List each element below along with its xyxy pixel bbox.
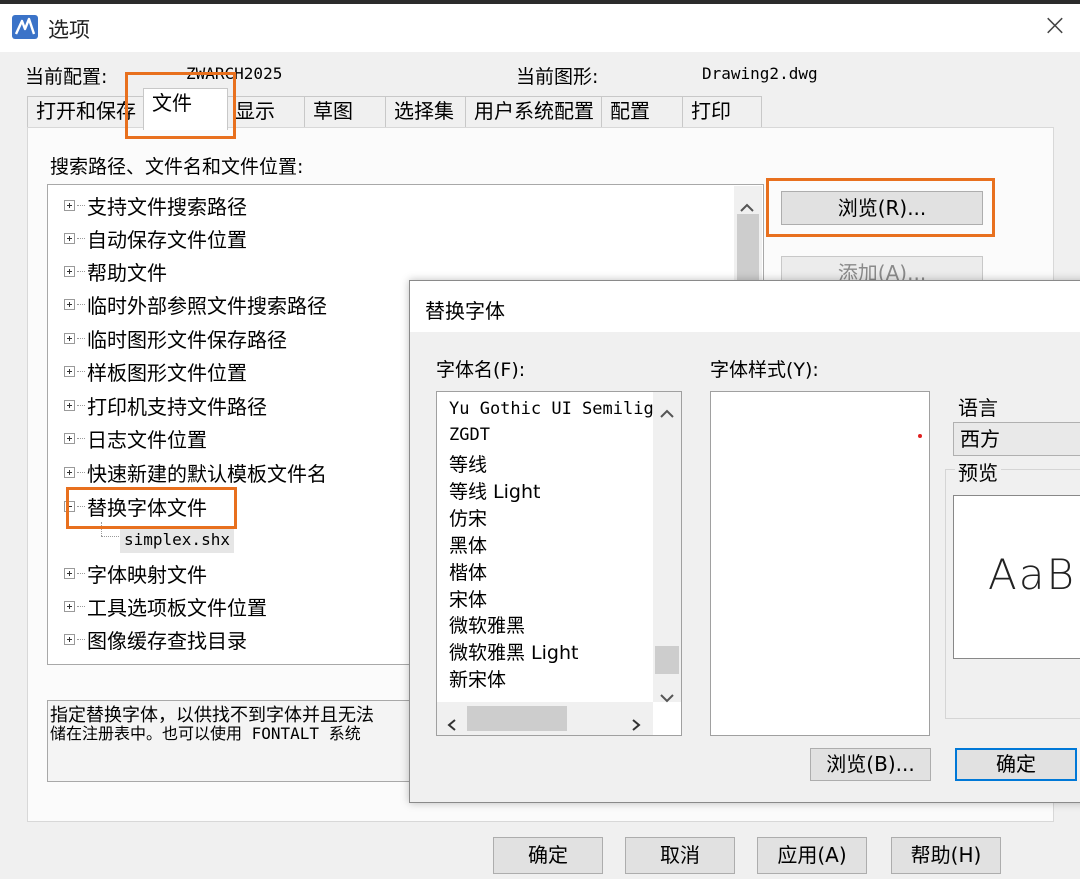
tree-item-log[interactable]: 日志文件位置 [64, 422, 207, 454]
description-line-1: 指定替换字体，以供找不到字体并且无法 [50, 705, 374, 726]
font-list-hscroll[interactable] [437, 702, 653, 735]
tab-files[interactable]: 文件 [143, 88, 228, 130]
tree-item-image-cache[interactable]: 图像缓存查找目录 [64, 623, 247, 655]
font-style-list[interactable] [710, 391, 930, 736]
font-style-label: 字体样式(Y): [710, 359, 819, 381]
tree-item-qnew-template[interactable]: 快速新建的默认模板文件名 [64, 456, 327, 488]
red-dot-marker [918, 434, 922, 438]
apply-button[interactable]: 应用(A) [757, 837, 867, 874]
dialog-title: 替换字体 [425, 299, 505, 323]
close-icon[interactable]: × [1040, 11, 1070, 42]
font-item[interactable]: 仿宋 [449, 504, 487, 531]
current-drawing-value: Drawing2.dwg [702, 64, 818, 83]
preview-label: 预览 [955, 457, 1001, 486]
tab-display[interactable]: 显示 [226, 96, 306, 127]
font-name-list[interactable]: Yu Gothic UI Semilig ZGDT 等线 等线 Light 仿宋… [436, 391, 682, 736]
tree-item-simplex-shx[interactable]: simplex.shx [120, 527, 234, 553]
tab-profiles[interactable]: 配置 [601, 96, 684, 127]
font-name-label: 字体名(F): [436, 359, 526, 381]
expand-icon[interactable] [64, 633, 75, 645]
ok-button[interactable]: 确定 [493, 837, 603, 874]
tab-selection[interactable]: 选择集 [385, 96, 467, 127]
description-box: 指定替换字体，以供找不到字体并且无法 储在注册表中。也可以使用 FONTALT … [47, 700, 427, 782]
tree-connector [101, 522, 102, 536]
scroll-thumb[interactable] [655, 646, 679, 674]
tree-item-printer-support[interactable]: 打印机支持文件路径 [64, 389, 267, 421]
tree-item-font-mapping[interactable]: 字体映射文件 [64, 557, 207, 589]
window-title: 选项 [48, 18, 90, 42]
app-logo-icon [12, 15, 38, 39]
tree-item-tool-palettes[interactable]: 工具选项板文件位置 [64, 590, 267, 622]
expand-icon[interactable] [64, 365, 75, 377]
search-paths-label: 搜索路径、文件名和文件位置: [50, 156, 304, 178]
font-item[interactable]: 等线 [449, 450, 487, 477]
font-item[interactable]: 楷体 [449, 558, 487, 585]
description-line-2: 储在注册表中。也可以使用 FONTALT 系统 [50, 724, 361, 743]
tab-plot[interactable]: 打印 [682, 96, 762, 127]
alternate-font-dialog: 替换字体 字体名(F): 字体样式(Y): Yu Gothic UI Semil… [409, 280, 1080, 803]
tree-item-autosave[interactable]: 自动保存文件位置 [64, 222, 247, 254]
scroll-up-icon[interactable] [659, 400, 675, 424]
tree-item-alt-font[interactable]: 替换字体文件 [64, 490, 207, 522]
tab-drafting[interactable]: 草图 [304, 96, 387, 127]
scroll-right-icon[interactable] [631, 713, 641, 737]
tree-item-help[interactable]: 帮助文件 [64, 255, 167, 287]
tab-user-preferences[interactable]: 用户系统配置 [465, 96, 603, 127]
expand-icon[interactable] [64, 298, 75, 310]
language-select[interactable]: 西方 [953, 422, 1080, 456]
font-item[interactable]: 微软雅黑 [449, 611, 525, 638]
font-item[interactable]: 微软雅黑 Light [449, 638, 578, 665]
expand-icon[interactable] [64, 199, 75, 211]
tree-connector [101, 536, 119, 537]
font-list-vscroll[interactable] [653, 392, 681, 703]
title-bar [0, 4, 1080, 52]
expand-icon[interactable] [64, 432, 75, 444]
font-item[interactable]: 黑体 [449, 531, 487, 558]
cancel-button[interactable]: 取消 [625, 837, 735, 874]
expand-icon[interactable] [64, 232, 75, 244]
expand-icon[interactable] [64, 600, 75, 612]
expand-icon[interactable] [64, 332, 75, 344]
scroll-down-icon[interactable] [659, 684, 675, 708]
dialog-browse-button[interactable]: 浏览(B)... [810, 748, 931, 781]
tree-item-temp-xref[interactable]: 临时外部参照文件搜索路径 [64, 288, 327, 320]
tree-item-template[interactable]: 样板图形文件位置 [64, 355, 247, 387]
dialog-ok-button[interactable]: 确定 [955, 748, 1077, 781]
preview-text: AaB [988, 550, 1076, 599]
current-profile-value: ZWARCH2025 [186, 64, 283, 83]
browse-button[interactable]: 浏览(R)... [781, 191, 983, 225]
font-item[interactable]: Yu Gothic UI Semilig [449, 399, 654, 419]
font-item[interactable]: 等线 Light [449, 477, 540, 504]
collapse-icon[interactable] [64, 500, 75, 512]
current-drawing-label: 当前图形: [516, 66, 599, 88]
dialog-body: 字体名(F): 字体样式(Y): Yu Gothic UI Semilig ZG… [410, 332, 1080, 802]
tab-open-save[interactable]: 打开和保存 [27, 96, 145, 127]
font-item[interactable]: ZGDT [449, 425, 490, 445]
expand-icon[interactable] [64, 265, 75, 277]
scroll-thumb[interactable] [467, 706, 567, 731]
expand-icon[interactable] [64, 466, 75, 478]
font-item[interactable]: 宋体 [449, 585, 487, 612]
preview-box: AaB [953, 495, 1080, 659]
tree-item-temp-drawing[interactable]: 临时图形文件保存路径 [64, 322, 287, 354]
font-item[interactable]: 新宋体 [449, 665, 506, 692]
language-label: 语言 [958, 396, 998, 420]
scroll-left-icon[interactable] [447, 713, 457, 737]
help-button[interactable]: 帮助(H) [891, 837, 1001, 874]
scroll-thumb[interactable] [737, 214, 759, 284]
expand-icon[interactable] [64, 567, 75, 579]
expand-icon[interactable] [64, 399, 75, 411]
tree-item-support-paths[interactable]: 支持文件搜索路径 [64, 189, 247, 221]
current-profile-label: 当前配置: [25, 66, 108, 88]
